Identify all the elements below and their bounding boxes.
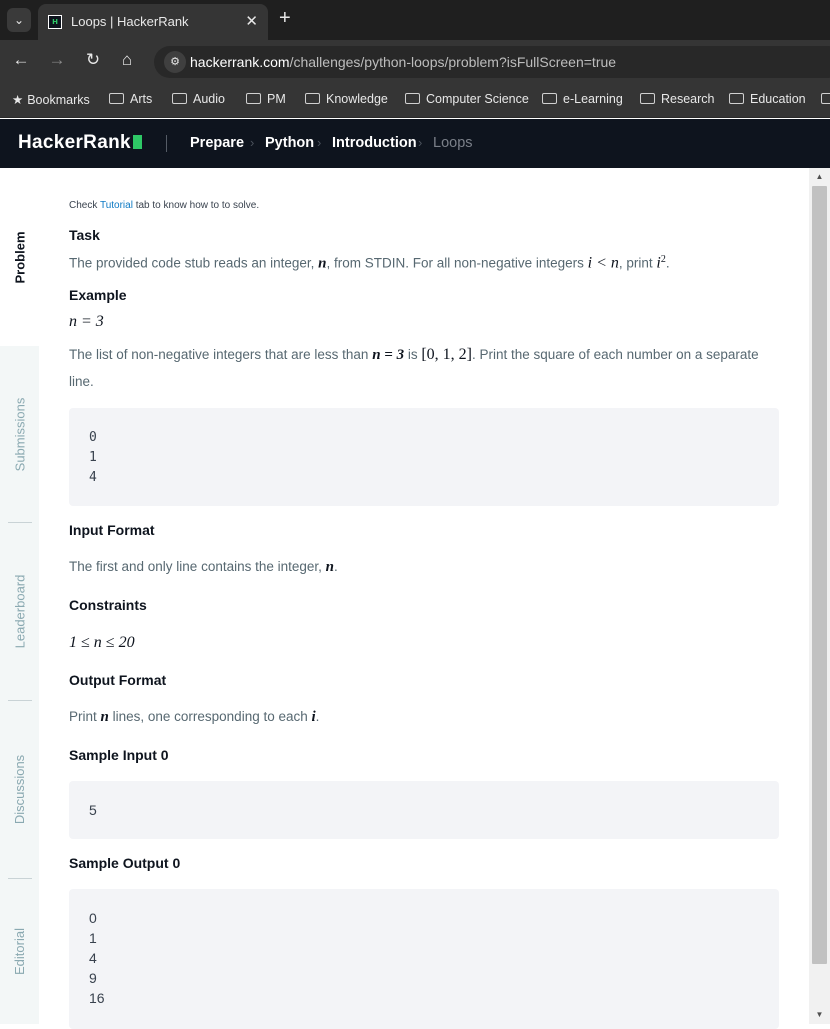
folder-icon <box>405 93 420 104</box>
bookmark-folder-audio[interactable]: Audio <box>172 92 225 106</box>
page-scrollbar[interactable]: ▲ ▼ <box>809 168 830 1024</box>
browser-tab[interactable]: H Loops | HackerRank ✕ <box>38 4 268 40</box>
sample-output-heading: Sample Output 0 <box>69 855 181 871</box>
task-heading: Task <box>69 227 100 243</box>
folder-icon <box>640 93 655 104</box>
bookmark-folder-computer-science[interactable]: Computer Science <box>405 92 529 106</box>
tab-leaderboard[interactable]: Leaderboard <box>0 523 39 700</box>
chevron-right-icon: › <box>317 135 322 150</box>
star-icon: ★ <box>12 93 24 107</box>
input-format-text: The first and only line contains the int… <box>69 559 338 575</box>
code-line: 16 <box>89 990 105 1006</box>
folder-icon <box>109 93 124 104</box>
example-text: The list of non-negative integers that a… <box>69 346 759 363</box>
example-heading: Example <box>69 287 127 303</box>
bookmark-folder-e-learning[interactable]: e-Learning <box>542 92 623 106</box>
constraints-expression: 1 ≤ n ≤ 20 <box>69 634 135 651</box>
code-line: 1 <box>89 930 97 946</box>
code-line: 0 <box>89 430 97 445</box>
hackerrank-logo[interactable]: HackerRank <box>18 132 142 154</box>
output-format-text: Print n lines, one corresponding to each… <box>69 709 320 725</box>
folder-icon <box>172 93 187 104</box>
code-line: 5 <box>89 802 97 818</box>
folder-icon <box>729 93 744 104</box>
reload-icon[interactable]: ↻ <box>82 50 104 70</box>
tab-submissions[interactable]: Submissions <box>0 346 39 522</box>
bookmark-folder-education[interactable]: Education <box>729 92 806 106</box>
example-text-line2: line. <box>69 374 94 389</box>
logo-mark-icon <box>132 135 142 149</box>
breadcrumb-python[interactable]: Python <box>265 135 314 151</box>
code-line: 0 <box>89 910 97 926</box>
bookmark-folder-pm[interactable]: PM <box>246 92 286 106</box>
sample-output-block: 0 1 4 9 16 <box>69 889 779 1029</box>
breadcrumb-loops: Loops <box>433 135 473 151</box>
tab-discussions[interactable]: Discussions <box>0 701 39 878</box>
scroll-up-arrow-icon[interactable]: ▲ <box>809 170 830 184</box>
bookmark-folder-knowledge[interactable]: Knowledge <box>305 92 388 106</box>
address-bar[interactable]: ⚙ hackerrank.com/challenges/python-loops… <box>154 46 830 78</box>
bookmarks-bar: ★ Bookmarks Arts Audio PM Knowledge Compu… <box>0 84 830 118</box>
input-format-heading: Input Format <box>69 522 155 538</box>
constraints-heading: Constraints <box>69 597 147 613</box>
tab-search-chevron-icon[interactable]: ⌄ <box>7 8 31 32</box>
hackerrank-favicon-icon: H <box>48 15 62 29</box>
problem-content: Check Tutorial tab to know how to to sol… <box>39 168 809 1029</box>
browser-tabstrip: ⌄ H Loops | HackerRank ✕ + <box>0 0 830 40</box>
code-line: 1 <box>89 450 97 465</box>
output-format-heading: Output Format <box>69 672 167 688</box>
tab-title: Loops | HackerRank <box>71 14 189 29</box>
new-tab-button[interactable]: + <box>279 7 291 30</box>
folder-icon <box>246 93 261 104</box>
sample-input-heading: Sample Input 0 <box>69 747 169 763</box>
hackerrank-header: HackerRank Prepare › Python › Introducti… <box>0 119 830 168</box>
folder-icon <box>542 93 557 104</box>
url-path: /challenges/python-loops/problem?isFullS… <box>289 54 617 70</box>
header-divider <box>166 135 167 152</box>
tutorial-link[interactable]: Tutorial <box>100 200 133 211</box>
chevron-right-icon: › <box>250 135 255 150</box>
scroll-down-arrow-icon[interactable]: ▼ <box>809 1008 830 1022</box>
bookmarks-menu[interactable]: ★ Bookmarks <box>12 92 90 107</box>
bookmark-folder-research[interactable]: Research <box>640 92 715 106</box>
example-output-block: 0 1 4 <box>69 408 779 506</box>
breadcrumb-introduction[interactable]: Introduction <box>332 135 417 151</box>
url-text[interactable]: hackerrank.com/challenges/python-loops/p… <box>190 54 616 70</box>
code-line: 9 <box>89 970 97 986</box>
tutorial-hint: Check Tutorial tab to know how to to sol… <box>69 200 260 211</box>
browser-toolbar: ← → ↻ ⌂ ⚙ hackerrank.com/challenges/pyth… <box>0 40 830 84</box>
folder-icon <box>305 93 320 104</box>
back-arrow-icon[interactable]: ← <box>10 50 32 70</box>
bookmark-folder-arts[interactable]: Arts <box>109 92 152 106</box>
chevron-right-icon: › <box>418 135 423 150</box>
sample-input-block: 5 <box>69 781 779 839</box>
task-text: The provided code stub reads an integer,… <box>69 254 670 272</box>
folder-icon <box>821 93 830 104</box>
tab-problem[interactable]: Problem <box>0 168 39 346</box>
forward-arrow-icon[interactable]: → <box>46 50 68 70</box>
bookmark-folder-overflow[interactable] <box>821 92 830 106</box>
tab-editorial[interactable]: Editorial <box>0 879 39 1024</box>
breadcrumb-prepare[interactable]: Prepare <box>190 135 244 151</box>
code-line: 4 <box>89 470 97 485</box>
scrollbar-thumb[interactable] <box>812 186 827 964</box>
home-icon[interactable]: ⌂ <box>116 50 138 70</box>
site-info-icon[interactable]: ⚙ <box>164 51 186 73</box>
example-equation: n = 3 <box>69 313 104 330</box>
code-line: 4 <box>89 950 97 966</box>
url-host: hackerrank.com <box>190 54 290 70</box>
close-tab-icon[interactable]: ✕ <box>245 12 258 30</box>
